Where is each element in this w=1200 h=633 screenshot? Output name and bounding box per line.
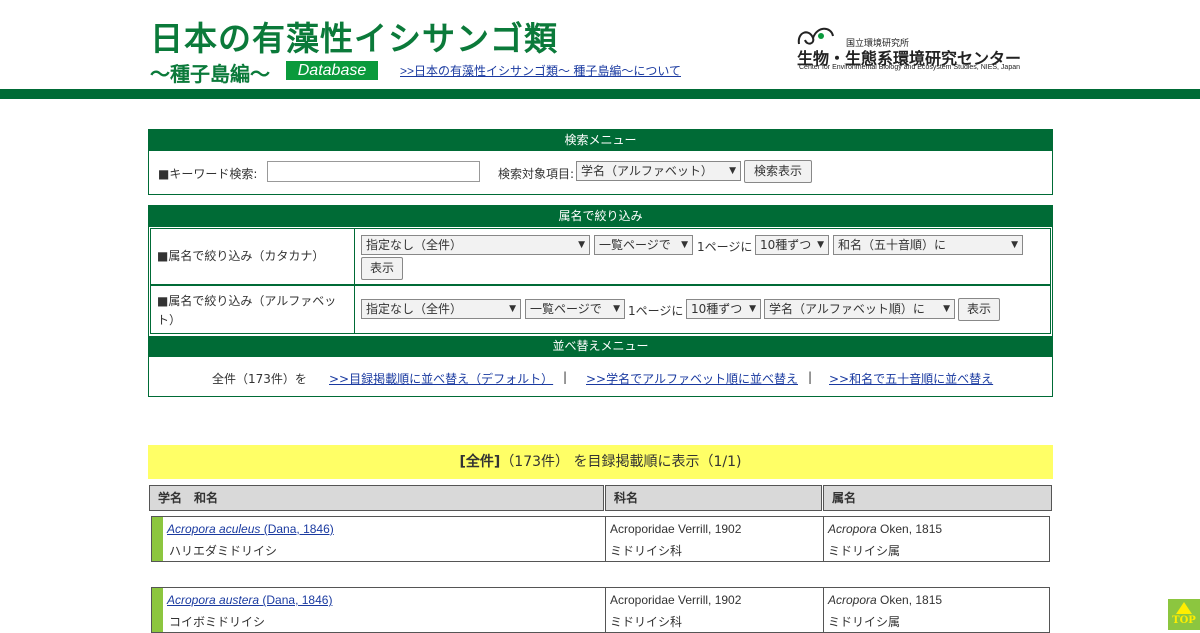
genus-label-alphabet: ■属名で絞り込み（アルファベット） [151,286,355,333]
family-cell: Acroporidae Verrill, 1902 ミドリイシ科 [605,588,823,632]
result-summary: [全件]（173件） を目録掲載順に表示（1/1) [148,445,1053,479]
order-select-alphabet[interactable]: 学名（アルファベット順）に ▼ [764,299,955,319]
result-scope: [全件] [459,454,501,470]
per-page-text: 1ページに [628,304,684,318]
separator: | [563,370,568,384]
sort-prefix: 全件（173件）を [212,372,307,386]
view-select-alphabet[interactable]: 一覧ページで ▼ [525,299,625,319]
keyword-label: ■キーワード検索: [158,167,258,181]
site-header: 日本の有藻性イシサンゴ類 〜種子島編〜 Database >>日本の有藻性イシサ… [0,0,1200,90]
table-row: Acropora aculeus (Dana, 1846) ハリエダミドリイシ … [151,516,1050,562]
target-label: 検索対象項目: [498,167,575,181]
species-link[interactable]: Acropora aculeus (Dana, 1846) [167,522,334,536]
per-page-text: 1ページに [697,240,753,254]
sort-heading: 並べ替えメニュー [149,336,1052,357]
database-badge: Database [286,61,378,80]
row-marker [152,517,163,561]
row-marker [152,588,163,632]
chevron-down-icon: ▼ [578,240,585,250]
genus-row-katakana: ■属名で絞り込み（カタカナ） 指定なし（全件） ▼ 一覧ページで ▼ 1ページに 1… [150,228,1051,285]
count-select-katakana[interactable]: 10種ずつ ▼ [755,235,829,255]
count-select-alphabet[interactable]: 10種ずつ ▼ [686,299,761,319]
show-button-katakana[interactable]: 表示 [361,257,403,280]
table-row: Acropora austera (Dana, 1846) コイボミドリイシ A… [151,587,1050,633]
species-link[interactable]: Acropora austera (Dana, 1846) [167,593,332,607]
genus-heading: 属名で絞り込み [149,206,1052,227]
site-subtitle: 〜種子島編〜 [150,62,270,86]
chevron-down-icon: ▼ [613,304,620,314]
genus-row-alphabet: ■属名で絞り込み（アルファベット） 指定なし（全件） ▼ 一覧ページで ▼ 1ページ… [150,285,1051,334]
column-header-genus: 属名 [823,485,1052,511]
back-to-top-button[interactable]: TOP [1168,599,1200,630]
order-select-katakana[interactable]: 和名（五十音順）に ▼ [833,235,1023,255]
view-select-katakana[interactable]: 一覧ページで ▼ [594,235,693,255]
sort-by-japanese-link[interactable]: >>和名で五十音順に並べ替え [829,370,993,387]
sort-by-scientific-link[interactable]: >>学名でアルファベット順に並べ替え [586,370,798,387]
family-cell: Acroporidae Verrill, 1902 ミドリイシ科 [605,517,823,561]
show-button-alphabet[interactable]: 表示 [958,298,1000,321]
search-panel: 検索メニュー ■キーワード検索: 検索対象項目: 学名（アルファベット） ▼ 検索… [148,129,1053,195]
japanese-name: ハリエダミドリイシ [169,544,278,558]
genus-label-katakana: ■属名で絞り込み（カタカナ） [151,229,355,284]
separator: | [808,370,813,384]
genus-cell: Acropora Oken, 1815 ミドリイシ属 [823,588,1050,632]
arrow-up-icon [1176,602,1192,614]
genus-panel: 属名で絞り込み ■属名で絞り込み（カタカナ） 指定なし（全件） ▼ 一覧ページで ▼… [148,205,1053,397]
column-header-name: 学名 和名 [149,485,604,511]
genus-select-alphabet[interactable]: 指定なし（全件） ▼ [361,299,521,319]
search-button[interactable]: 検索表示 [744,160,812,183]
chevron-down-icon: ▼ [681,240,688,250]
chevron-down-icon: ▼ [943,304,950,314]
site-title: 日本の有藻性イシサンゴ類 [150,19,558,58]
chevron-down-icon: ▼ [1011,240,1018,250]
keyword-input[interactable] [267,161,480,182]
chevron-down-icon: ▼ [729,166,736,176]
chevron-down-icon: ▼ [749,304,756,314]
genus-cell: Acropora Oken, 1815 ミドリイシ属 [823,517,1050,561]
target-select[interactable]: 学名（アルファベット） ▼ [576,161,741,181]
sort-by-catalog-link[interactable]: >>目録掲載順に並べ替え（デフォルト） [329,370,553,387]
org-name-english: Center for Environmental Biology and Eco… [799,64,1020,71]
about-link[interactable]: >>日本の有藻性イシサンゴ類〜 種子島編〜について [400,62,681,79]
chevron-down-icon: ▼ [817,240,824,250]
result-detail: （173件） を目録掲載順に表示（1/1) [500,454,742,470]
chevron-down-icon: ▼ [509,304,516,314]
column-header-family: 科名 [605,485,822,511]
genus-select-katakana[interactable]: 指定なし（全件） ▼ [361,235,590,255]
header-divider [0,89,1200,99]
japanese-name: コイボミドリイシ [169,615,266,629]
search-heading: 検索メニュー [149,130,1052,151]
